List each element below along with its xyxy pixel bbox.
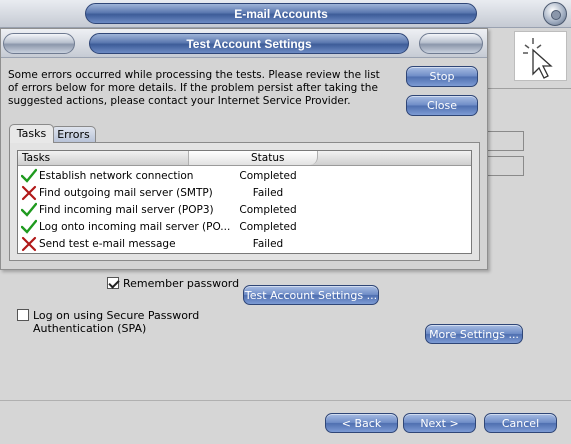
more-settings-button[interactable]: More Settings ... (425, 324, 523, 344)
tasks-column-header[interactable]: Tasks (22, 152, 50, 164)
next-button[interactable]: Next > (403, 413, 476, 433)
task-row: Find incoming mail server (POP3) Complet… (18, 202, 471, 219)
check-icon (20, 219, 38, 235)
remember-password-label: Remember password (123, 277, 240, 290)
task-name: Send test e-mail message (39, 238, 176, 250)
task-list: Tasks Status Establish network connectio… (17, 150, 472, 254)
window-title: E-mail Accounts (85, 3, 477, 24)
spa-checkbox[interactable] (17, 309, 29, 321)
test-account-settings-dialog: Test Account Settings Some errors occurr… (0, 28, 488, 270)
x-icon (21, 185, 37, 201)
dialog-title: Test Account Settings (89, 33, 409, 54)
tab-errors[interactable]: Errors (51, 126, 96, 143)
tasks-panel: Tasks Status Establish network connectio… (9, 142, 480, 261)
wizard-cursor-icon (514, 31, 567, 81)
tab-tasks[interactable]: Tasks (9, 124, 54, 143)
dialog-titlebar: Test Account Settings (1, 29, 487, 58)
task-row: Establish network connection Completed (18, 168, 471, 185)
task-name: Find outgoing mail server (SMTP) (39, 187, 213, 199)
task-status: Completed (239, 170, 297, 182)
task-name: Find incoming mail server (POP3) (39, 204, 214, 216)
wizard-divider (487, 88, 571, 89)
task-row: Log onto incoming mail server (PO... Com… (18, 219, 471, 236)
cancel-button[interactable]: Cancel (484, 413, 557, 433)
task-status: Completed (239, 204, 297, 216)
status-column-header[interactable]: Status (251, 152, 284, 164)
task-list-header: Tasks Status (18, 151, 471, 166)
close-button[interactable]: Close (406, 95, 478, 116)
check-icon (20, 202, 38, 218)
remember-password-checkbox[interactable] (107, 277, 119, 289)
task-status: Failed (252, 238, 284, 250)
test-account-settings-button[interactable]: Test Account Settings ... (243, 285, 379, 305)
error-message: Some errors occurred while processing th… (8, 69, 380, 107)
task-status: Failed (252, 187, 284, 199)
check-icon (20, 168, 38, 184)
task-name: Establish network connection (39, 170, 194, 182)
wizard-text-field[interactable] (487, 156, 524, 176)
spa-label: Log on using Secure Password Authenticat… (33, 309, 200, 335)
task-row: Find outgoing mail server (SMTP) Failed (18, 185, 471, 202)
x-icon (21, 236, 37, 252)
task-name: Log onto incoming mail server (PO... (39, 221, 231, 233)
task-row: Send test e-mail message Failed (18, 236, 471, 253)
back-button[interactable]: < Back (325, 413, 398, 433)
window-close-icon[interactable] (543, 2, 567, 26)
wizard-text-field[interactable] (487, 131, 524, 151)
footer-divider (0, 400, 571, 401)
task-status: Completed (239, 221, 297, 233)
titlebar-ornament (3, 33, 75, 54)
stop-button[interactable]: Stop (406, 66, 478, 87)
titlebar-ornament (419, 33, 483, 54)
outer-titlebar: E-mail Accounts (0, 0, 571, 28)
